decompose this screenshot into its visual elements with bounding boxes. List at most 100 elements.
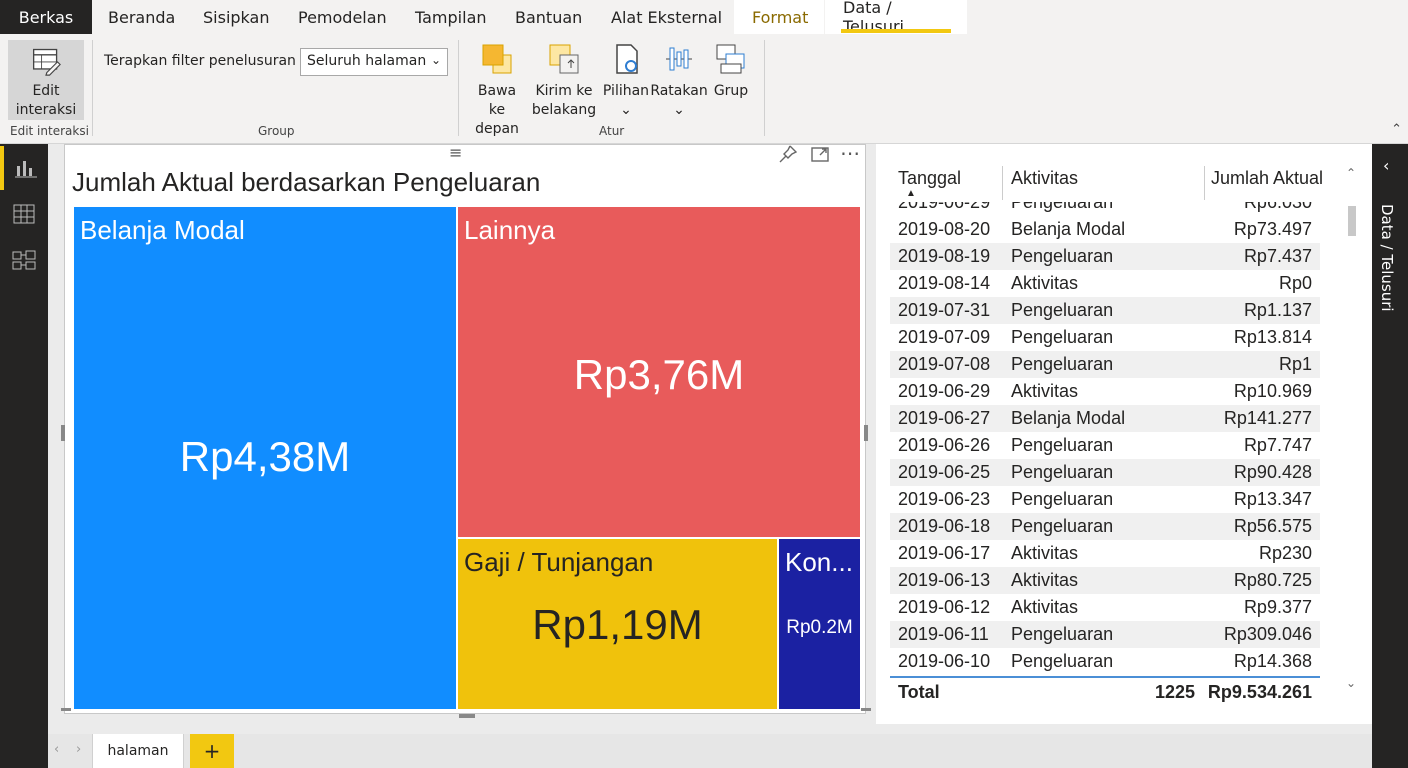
add-page-button[interactable]: + (190, 734, 234, 768)
tab-bantuan[interactable]: Bantuan (515, 0, 582, 34)
cell-amount: Rp56.575 (1233, 516, 1312, 536)
total-count: 1225 (1155, 682, 1196, 702)
table-row[interactable]: 2019-06-13 Aktivitas Rp80.725 (890, 567, 1320, 594)
table-row[interactable]: 2019-06-11 Pengeluaran Rp309.046 (890, 621, 1320, 648)
scroll-up-icon[interactable]: ⌃ (1346, 166, 1356, 180)
cell-amount: Rp0 (1278, 273, 1312, 293)
resize-handle[interactable] (61, 425, 65, 441)
send-backward-line2: belakang (531, 102, 597, 118)
table-row[interactable]: 2019-06-12 Aktivitas Rp9.377 (890, 594, 1320, 621)
cell-amount: Rp230 (1258, 543, 1312, 563)
cell-activity: Pengeluaran (1011, 246, 1114, 266)
selection-button[interactable]: Pilihan ⌄ (602, 42, 650, 120)
table-row[interactable]: 2019-08-20 Belanja Modal Rp73.497 (890, 216, 1320, 243)
resize-handle[interactable] (459, 714, 475, 718)
tab-sisipkan[interactable]: Sisipkan (203, 0, 269, 34)
table-row[interactable]: 2019-06-29 Aktivitas Rp10.969 (890, 378, 1320, 405)
table-row[interactable]: 2019-06-26 Pengeluaran Rp7.747 (890, 432, 1320, 459)
table-row[interactable]: 2019-06-25 Pengeluaran Rp90.428 (890, 459, 1320, 486)
group-icon (716, 44, 745, 74)
table-scrollbar[interactable]: ⌃ ⌄ (1346, 166, 1358, 696)
treemap-visual[interactable]: ≡ ⋯ Jumlah Aktual berdasarkan Pengeluara… (61, 141, 871, 718)
send-backward-button[interactable]: Kirim ke belakang (528, 42, 600, 120)
cell-date: 2019-06-23 (898, 489, 991, 509)
group-button[interactable]: Grup (710, 42, 752, 101)
drill-filter-select[interactable]: Seluruh halaman ⌄ (300, 48, 448, 76)
menu-bar: Berkas Beranda Sisipkan Pemodelan Tampil… (0, 0, 1408, 36)
treemap-tile-kon[interactable]: Kon... Rp0.2M (779, 539, 860, 709)
resize-handle[interactable] (864, 425, 868, 441)
cell-activity: Aktivitas (1011, 570, 1079, 590)
cell-activity: Aktivitas (1011, 381, 1079, 401)
chevron-down-icon: ⌄ (430, 53, 441, 67)
treemap-tile-gaji-tunjangan[interactable]: Gaji / Tunjangan Rp1,19M (458, 539, 777, 709)
table-row[interactable]: 2019-08-19 Pengeluaran Rp7.437 (890, 243, 1320, 270)
tab-data-telusuri[interactable]: Data / Telusuri (825, 0, 967, 36)
tab-beranda[interactable]: Beranda (108, 0, 175, 34)
edit-interactions-button[interactable]: Edit interaksi (8, 40, 84, 120)
bring-forward-line2: depan (475, 121, 519, 137)
treemap-tile-lainnya[interactable]: Lainnya Rp3,76M (458, 207, 860, 537)
header-jumlah-aktual[interactable]: Jumlah Aktual (1211, 168, 1323, 189)
tab-tampilan[interactable]: Tampilan (415, 0, 487, 34)
table-row[interactable]: 2019-06-18 Pengeluaran Rp56.575 (890, 513, 1320, 540)
table-row[interactable]: 2019-06-29 Pengeluaran Rp6.030 (890, 202, 1320, 216)
header-aktivitas[interactable]: Aktivitas (1011, 168, 1078, 189)
file-tab[interactable]: Berkas (0, 0, 92, 34)
tab-format[interactable]: Format (734, 0, 824, 34)
model-view-button[interactable] (0, 238, 48, 282)
total-amount: Rp9.534.261 (1207, 682, 1312, 702)
table-row[interactable]: 2019-06-17 Aktivitas Rp230 (890, 540, 1320, 567)
resize-handle[interactable] (61, 708, 71, 711)
report-view-button[interactable] (0, 146, 48, 190)
tab-alat-eksternal[interactable]: Alat Eksternal (611, 0, 722, 34)
cell-date: 2019-08-14 (898, 273, 991, 293)
next-page-icon[interactable]: › (76, 742, 81, 757)
tile-label: Gaji / Tunjangan (464, 547, 654, 577)
table-row[interactable]: 2019-06-27 Belanja Modal Rp141.277 (890, 405, 1320, 432)
table-visual[interactable]: Tanggal ▲ Aktivitas Jumlah Aktual 2019-0… (876, 144, 1372, 724)
chevron-down-icon: ⌄ (673, 102, 685, 118)
cell-activity: Aktivitas (1011, 543, 1079, 563)
cell-activity: Pengeluaran (1011, 651, 1114, 671)
cell-amount: Rp13.814 (1233, 327, 1312, 347)
bring-forward-button[interactable]: Bawa ke depan (468, 42, 526, 139)
ribbon-divider (458, 40, 459, 136)
collapse-ribbon-icon[interactable]: ⌃ (1391, 122, 1402, 137)
table-row[interactable]: 2019-06-23 Pengeluaran Rp13.347 (890, 486, 1320, 513)
table-row[interactable]: 2019-07-08 Pengeluaran Rp1 (890, 351, 1320, 378)
group-label: Group (258, 124, 295, 138)
edit-interactions-line2: interaksi (15, 102, 77, 118)
treemap-tile-belanja-modal[interactable]: Belanja Modal Rp4,38M (74, 207, 456, 709)
page-tab-halaman[interactable]: halaman (92, 734, 184, 768)
cell-date: 2019-06-29 (898, 381, 991, 401)
drill-filter-label: Terapkan filter penelusuran ke (104, 53, 317, 69)
scroll-down-icon[interactable]: ⌄ (1346, 676, 1356, 690)
more-options-icon[interactable]: ⋯ (840, 141, 860, 165)
focus-glyph (811, 147, 829, 162)
cell-date: 2019-06-11 (898, 624, 989, 644)
active-tab-underline (841, 29, 951, 33)
prev-page-icon[interactable]: ‹ (54, 742, 59, 757)
focus-mode-icon[interactable] (811, 145, 829, 167)
cell-amount: Rp10.969 (1233, 381, 1312, 401)
table-row[interactable]: 2019-06-10 Pengeluaran Rp14.368 (890, 648, 1320, 675)
pin-icon[interactable] (779, 145, 798, 167)
drag-handle-icon[interactable]: ≡ (449, 143, 462, 162)
align-button[interactable]: Ratakan ⌄ (650, 42, 708, 120)
cell-date: 2019-06-25 (898, 462, 991, 482)
resize-handle[interactable] (861, 708, 871, 711)
data-view-button[interactable] (0, 192, 48, 236)
expand-pane-icon[interactable]: ‹ (1383, 156, 1389, 175)
header-tanggal[interactable]: Tanggal (898, 168, 961, 189)
tab-pemodelan[interactable]: Pemodelan (298, 0, 387, 34)
table-row[interactable]: 2019-08-14 Aktivitas Rp0 (890, 270, 1320, 297)
ribbon: Edit interaksi Edit interaksi Terapkan f… (0, 34, 1408, 144)
cell-amount: Rp90.428 (1233, 462, 1312, 482)
data-drill-pane[interactable]: ‹ Data / Telusuri (1372, 144, 1408, 768)
scroll-thumb[interactable] (1348, 206, 1356, 236)
cell-amount: Rp309.046 (1223, 624, 1312, 644)
table-row[interactable]: 2019-07-31 Pengeluaran Rp1.137 (890, 297, 1320, 324)
table-row[interactable]: 2019-07-09 Pengeluaran Rp13.814 (890, 324, 1320, 351)
cell-date: 2019-06-13 (898, 570, 991, 590)
